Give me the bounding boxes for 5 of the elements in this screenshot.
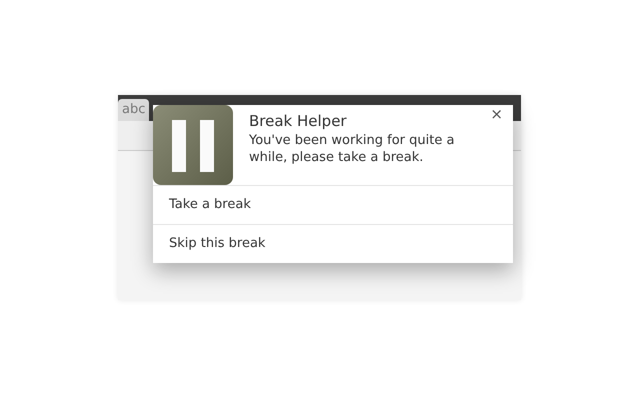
action-button[interactable]: Take a break bbox=[153, 185, 513, 224]
notification-title: Break Helper bbox=[249, 111, 348, 132]
close-button[interactable]: × bbox=[486, 107, 507, 122]
action-button[interactable]: Skip this break bbox=[153, 224, 513, 263]
notification-message: You've been working for quite a while, please take a break. bbox=[249, 132, 456, 166]
